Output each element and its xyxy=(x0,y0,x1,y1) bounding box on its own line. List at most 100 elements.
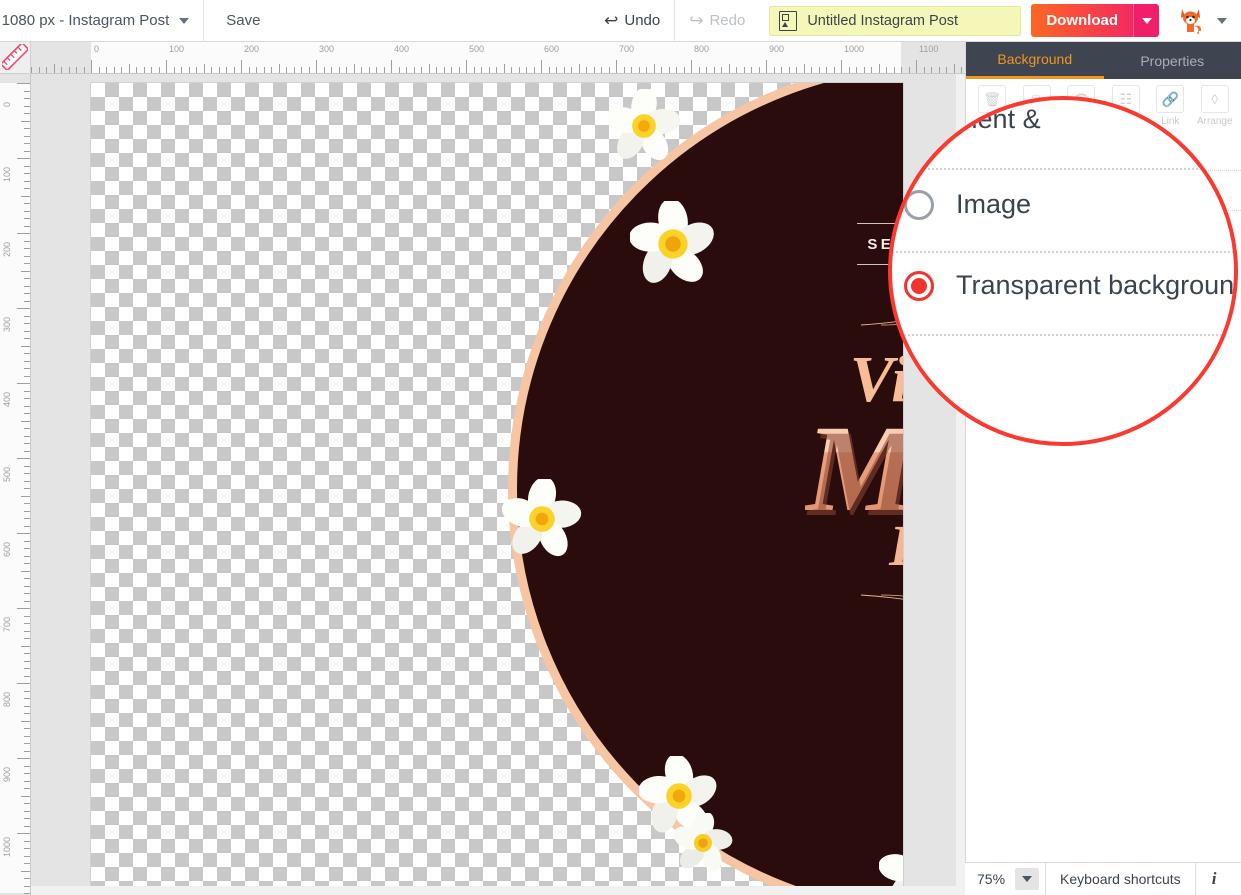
ruler-tick xyxy=(46,67,47,73)
ruler-tick xyxy=(878,64,880,73)
tab-properties[interactable]: Properties xyxy=(1104,42,1241,79)
ruler-tick xyxy=(233,67,235,73)
ruler-tick xyxy=(571,67,572,73)
redo-button[interactable]: ↪ Redo xyxy=(675,0,759,42)
ruler-label: 900 xyxy=(2,766,12,782)
ruler-tick xyxy=(24,90,30,92)
ruler-tick xyxy=(24,218,30,219)
ruler-tick xyxy=(616,60,617,73)
ruler-tick xyxy=(24,413,30,414)
ruler-tick xyxy=(24,435,30,437)
download-button[interactable]: Download xyxy=(1031,4,1133,37)
radio-icon xyxy=(904,189,934,220)
ruler-tick xyxy=(548,67,550,73)
ruler-tick xyxy=(24,255,30,257)
ruler-tick xyxy=(38,67,40,73)
link-button[interactable]: 🔗 Link xyxy=(1148,85,1193,127)
ruler-tick xyxy=(503,64,505,73)
ruler-tick xyxy=(24,713,30,714)
ruler-tick xyxy=(803,64,805,73)
document-size-dropdown[interactable]: x 1080 px - Instagram Post xyxy=(0,0,203,42)
arrange-button[interactable]: ◊ Arrange xyxy=(1193,85,1238,127)
horizontal-ruler[interactable]: 0 100 200 300 400 500 600 700 800 900 1000 1100 xyxy=(31,42,965,74)
ruler-label: 500 xyxy=(2,466,12,482)
horizontal-scrollbar[interactable] xyxy=(31,886,965,895)
undo-arrow-icon: ↩ xyxy=(604,11,619,30)
ruler-tick xyxy=(781,67,782,73)
ruler-tick xyxy=(24,825,30,827)
save-button[interactable]: Save xyxy=(204,0,282,42)
magnified-option-transparent[interactable]: Transparent background xyxy=(904,270,1234,301)
account-menu[interactable] xyxy=(1159,6,1241,36)
ruler-tick xyxy=(24,653,30,654)
ruler-tick xyxy=(383,67,385,73)
document-title-value: Untitled Instagram Post xyxy=(807,12,959,29)
download-dropdown-button[interactable] xyxy=(1133,4,1159,37)
ruler-tick xyxy=(24,338,30,339)
ruler-tick xyxy=(931,67,932,73)
undo-button[interactable]: ↩ Undo xyxy=(590,0,674,42)
magnified-option-image[interactable]: Image xyxy=(904,189,1031,220)
ruler-tick xyxy=(24,488,30,489)
ruler-tick xyxy=(24,300,30,302)
ruler-tick xyxy=(24,863,30,864)
ruler-tick xyxy=(24,210,30,212)
ruler-tick xyxy=(24,330,30,332)
ruler-tick xyxy=(24,893,30,894)
document-title-field[interactable]: Untitled Instagram Post xyxy=(769,5,1022,36)
ruler-tick xyxy=(24,323,30,324)
ruler-tick xyxy=(24,353,30,354)
ruler-tick xyxy=(436,67,437,73)
ruler-label: 100 xyxy=(2,166,12,182)
redo-arrow-icon: ↪ xyxy=(689,11,704,30)
zoom-control[interactable]: 75% xyxy=(965,863,1040,895)
ruler-tick xyxy=(24,188,30,189)
ruler-tick xyxy=(676,67,677,73)
ruler-tick xyxy=(683,67,685,73)
info-button[interactable]: i xyxy=(1194,862,1233,895)
download-button-group: Download xyxy=(1031,4,1159,37)
design-heading-3: Day xyxy=(889,517,903,575)
vertical-ruler[interactable]: 0 100 200 300 400 500 600 700 800 900 1000 xyxy=(0,74,31,895)
ruler-tick xyxy=(841,60,842,73)
ruler-tick xyxy=(271,67,272,73)
artboard[interactable]: SEPTEMBER 8 xyxy=(91,83,903,895)
canvas-area[interactable]: SEPTEMBER 8 xyxy=(31,74,965,895)
ruler-tick xyxy=(24,518,30,519)
ruler-tick xyxy=(488,67,490,73)
ruler-tick xyxy=(24,840,30,842)
ruler-tick xyxy=(24,465,30,467)
ruler-tick xyxy=(143,67,145,73)
magnified-section-title: lor, Gradient & xyxy=(889,104,1041,134)
ruler-tick xyxy=(24,540,30,542)
ruler-tick xyxy=(24,285,30,287)
ruler-tick xyxy=(24,398,30,399)
tab-background[interactable]: Background xyxy=(966,42,1104,79)
ruler-tick xyxy=(961,67,962,73)
ruler-tick xyxy=(24,360,30,362)
ruler-tick xyxy=(203,64,205,73)
zoom-dropdown-button[interactable] xyxy=(1015,868,1040,890)
ruler-tick xyxy=(24,885,30,887)
link-icon: 🔗 xyxy=(1156,85,1185,113)
ruler-tick xyxy=(421,67,422,73)
ruler-tick xyxy=(106,67,107,73)
magnified-divider xyxy=(892,334,1234,336)
fox-avatar-icon xyxy=(1181,8,1202,35)
ruler-tick xyxy=(796,67,797,73)
ruler-corner[interactable] xyxy=(0,42,31,74)
design-circle-shape[interactable]: SEPTEMBER 8 xyxy=(508,83,903,895)
ruler-label: 300 xyxy=(2,316,12,332)
keyboard-shortcuts-button[interactable]: Keyboard shortcuts xyxy=(1045,862,1195,895)
ruler-tick xyxy=(331,67,332,73)
ruler-tick xyxy=(24,473,30,474)
ruler-tick xyxy=(31,67,32,73)
ruler-tick xyxy=(21,195,30,197)
ruler-tick xyxy=(24,173,30,174)
ruler-tick xyxy=(226,67,227,73)
ruler-tick xyxy=(17,383,30,384)
ruler-tick xyxy=(24,165,30,167)
ruler-tick xyxy=(24,743,30,744)
ruler-tick xyxy=(24,135,30,137)
ruler-tick xyxy=(21,120,30,122)
